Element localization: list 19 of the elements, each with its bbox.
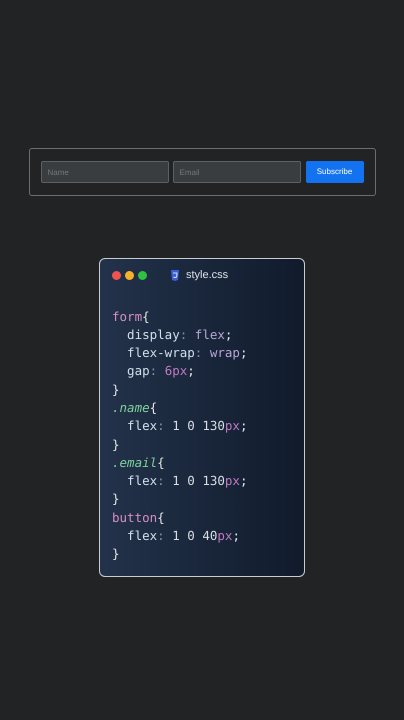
code-line: flex-wrap: wrap; [126,344,248,362]
code-line: button{ [112,508,165,527]
file-name: style.css [186,268,228,283]
code-line: } [112,436,120,454]
name-field[interactable]: Name [40,161,168,183]
code-line: flex: 1 0 130px; [126,472,248,490]
code-line: .name{ [112,398,158,417]
code-line: flex: 1 0 40px; [126,527,240,546]
code-line: } [112,380,120,399]
code-line: flex: 1 0 130px; [126,417,248,436]
code-line: } [112,490,120,508]
subscribe-button[interactable]: Subscribe [306,161,364,183]
code-line: display: flex; [126,326,232,344]
code-line: gap: 6px; [126,362,195,380]
code-line: } [112,545,120,564]
css-file-icon [171,270,179,281]
code-line: form{ [112,308,150,326]
code-line: .email{ [112,454,165,472]
email-field[interactable]: Email [172,161,300,183]
